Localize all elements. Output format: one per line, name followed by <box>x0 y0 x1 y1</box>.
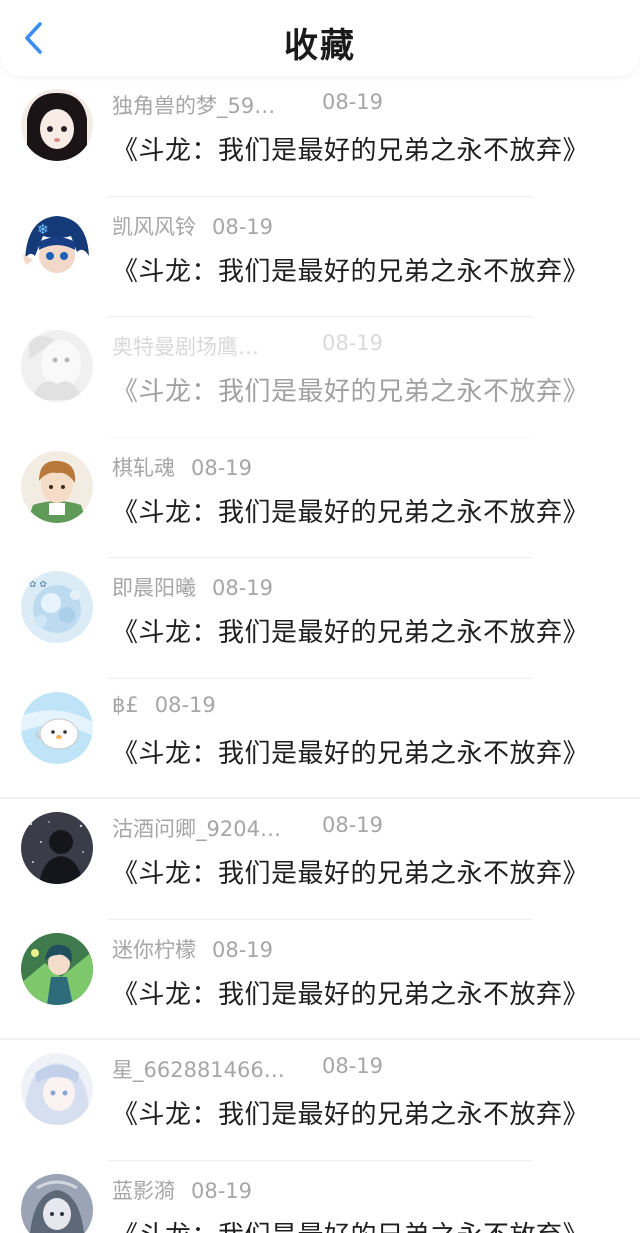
item-meta: 星_662881466… 08-19 <box>112 1054 383 1084</box>
item-meta: 迷你柠檬 08-19 <box>112 934 273 964</box>
item-meta: 即晨阳曦 08-19 <box>112 572 273 602</box>
item-date: 08-19 <box>322 1054 384 1078</box>
list-item[interactable]: 蓝影漪 08-19 《斗龙：我们是最好的兄弟之永不放弃》 <box>0 1161 640 1233</box>
item-title[interactable]: 《斗龙：我们是最好的兄弟之永不放弃》 <box>112 371 589 408</box>
list-item[interactable]: 棋轧魂 08-19 《斗龙：我们是最好的兄弟之永不放弃》 <box>0 438 640 558</box>
item-meta: 沽酒问卿_9204… 08-19 <box>112 813 383 843</box>
item-title[interactable]: 《斗龙：我们是最好的兄弟之永不放弃》 <box>112 1215 589 1233</box>
avatar[interactable] <box>21 1173 93 1233</box>
item-meta: ฿£ 08-19 <box>112 693 216 723</box>
item-date: 08-19 <box>191 1178 253 1203</box>
item-date: 08-19 <box>322 331 384 355</box>
item-title[interactable]: 《斗龙：我们是最好的兄弟之永不放弃》 <box>112 130 589 167</box>
user-name[interactable]: 凯风风铃 <box>112 211 196 241</box>
avatar[interactable] <box>21 89 93 161</box>
top-bar: 收藏 <box>0 0 640 76</box>
item-meta: 棋轧魂 08-19 <box>112 452 252 482</box>
item-date: 08-19 <box>212 214 274 239</box>
list-item[interactable]: 沽酒问卿_9204… 08-19 《斗龙：我们是最好的兄弟之永不放弃》 <box>0 799 640 920</box>
avatar[interactable] <box>21 691 93 764</box>
avatar[interactable] <box>21 1053 93 1125</box>
user-name[interactable]: 迷你柠檬 <box>112 934 196 964</box>
user-name[interactable]: 沽酒问卿_9204… <box>112 813 306 843</box>
item-title[interactable]: 《斗龙：我们是最好的兄弟之永不放弃》 <box>112 1094 589 1131</box>
user-name[interactable]: 即晨阳曦 <box>112 572 196 602</box>
favorites-list: 独角兽的梦_59… 08-19 《斗龙：我们是最好的兄弟之永不放弃》 ❄ 凯风风… <box>0 76 640 1233</box>
item-date: 08-19 <box>154 692 216 717</box>
user-name[interactable]: 蓝影漪 <box>112 1175 175 1205</box>
item-title[interactable]: 《斗龙：我们是最好的兄弟之永不放弃》 <box>112 251 589 288</box>
item-date: 08-19 <box>191 455 253 480</box>
user-name[interactable]: 星_662881466… <box>112 1054 306 1084</box>
item-meta: 奥特曼剧场鹰… 08-19 <box>112 331 383 361</box>
avatar[interactable] <box>21 812 93 884</box>
item-meta: 凯风风铃 08-19 <box>112 211 273 241</box>
list-item[interactable]: 独角兽的梦_59… 08-19 《斗龙：我们是最好的兄弟之永不放弃》 <box>0 76 640 197</box>
back-button[interactable] <box>14 16 54 60</box>
svg-text:❄: ❄ <box>37 222 49 238</box>
user-name[interactable]: 独角兽的梦_59… <box>112 90 306 120</box>
list-item[interactable]: 奥特曼剧场鹰… 08-19 《斗龙：我们是最好的兄弟之永不放弃》 <box>0 317 640 438</box>
list-item[interactable]: 星_662881466… 08-19 《斗龙：我们是最好的兄弟之永不放弃》 <box>0 1040 640 1161</box>
item-title[interactable]: 《斗龙：我们是最好的兄弟之永不放弃》 <box>112 733 589 770</box>
list-item[interactable]: ฿£ 08-19 《斗龙：我们是最好的兄弟之永不放弃》 <box>0 679 640 799</box>
list-item[interactable]: ❄ 凯风风铃 08-19 《斗龙：我们是最好的兄弟之永不放弃》 <box>0 197 640 317</box>
avatar[interactable]: ✿ ✿ <box>21 571 93 643</box>
user-name[interactable]: ฿£ <box>112 693 139 717</box>
user-name[interactable]: 棋轧魂 <box>112 452 175 482</box>
item-title[interactable]: 《斗龙：我们是最好的兄弟之永不放弃》 <box>112 853 589 890</box>
avatar[interactable] <box>21 450 93 523</box>
avatar[interactable] <box>21 932 93 1005</box>
avatar[interactable]: ❄ <box>21 209 93 282</box>
favorites-page: 收藏 独角兽的梦_59… 08-19 《斗龙：我们是最好的兄弟之永不放弃》 ❄ … <box>0 0 640 1233</box>
item-date: 08-19 <box>322 90 384 114</box>
list-item[interactable]: ✿ ✿ 即晨阳曦 08-19 《斗龙：我们是最好的兄弟之永不放弃》 <box>0 558 640 679</box>
item-date: 08-19 <box>212 937 274 962</box>
chevron-left-icon <box>25 22 42 54</box>
avatar[interactable] <box>21 330 93 402</box>
item-title[interactable]: 《斗龙：我们是最好的兄弟之永不放弃》 <box>112 492 589 529</box>
user-name[interactable]: 奥特曼剧场鹰… <box>112 331 306 361</box>
svg-text:✿ ✿: ✿ ✿ <box>29 580 47 590</box>
item-meta: 独角兽的梦_59… 08-19 <box>112 90 383 120</box>
page-title: 收藏 <box>284 26 356 66</box>
item-date: 08-19 <box>322 813 384 837</box>
item-meta: 蓝影漪 08-19 <box>112 1175 252 1205</box>
item-title[interactable]: 《斗龙：我们是最好的兄弟之永不放弃》 <box>112 974 589 1011</box>
item-date: 08-19 <box>212 576 274 600</box>
list-item[interactable]: 迷你柠檬 08-19 《斗龙：我们是最好的兄弟之永不放弃》 <box>0 920 640 1040</box>
item-title[interactable]: 《斗龙：我们是最好的兄弟之永不放弃》 <box>112 612 589 649</box>
